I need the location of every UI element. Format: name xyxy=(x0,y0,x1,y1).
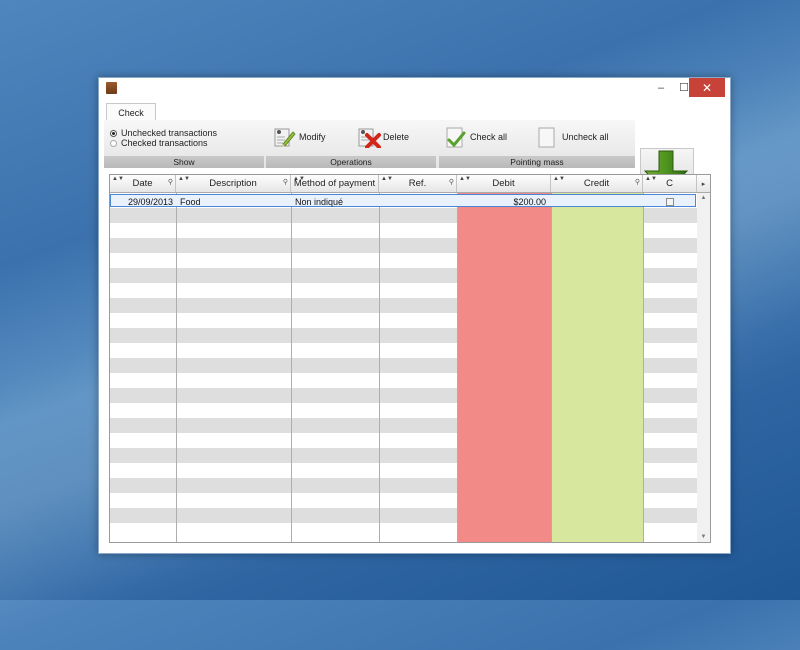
grid-header: ▲▼ Date ⚲ ▲▼ Description ⚲ ▲▼ Method of … xyxy=(110,175,710,193)
modify-label: Modify xyxy=(299,132,326,142)
cell-description: Food xyxy=(180,197,201,207)
cell-debit: $200.00 xyxy=(513,197,546,207)
column-header-date[interactable]: ▲▼ Date ⚲ xyxy=(110,175,176,192)
scroll-right-icon[interactable]: ▸ xyxy=(697,175,710,192)
sort-icon[interactable]: ▲▼ xyxy=(293,176,305,182)
check-all-icon xyxy=(445,126,467,148)
app-window: – ☐ ✕ Check Unchecked transactions Check… xyxy=(98,77,731,554)
radio-label: Checked transactions xyxy=(121,138,208,148)
modify-button[interactable]: Modify xyxy=(274,124,326,150)
column-divider xyxy=(176,193,177,542)
group-label-pointing-mass: Pointing mass xyxy=(439,156,635,168)
check-all-label: Check all xyxy=(470,132,508,142)
title-bar: – ☐ ✕ xyxy=(99,78,730,98)
radio-checked-transactions[interactable]: Checked transactions xyxy=(110,138,208,148)
cell-date: 29/09/2013 xyxy=(127,197,173,207)
uncheck-all-label: Uncheck all xyxy=(562,132,609,142)
sort-icon[interactable]: ▲▼ xyxy=(178,176,190,182)
column-label: Description xyxy=(209,178,257,189)
column-label: Method of payment xyxy=(293,178,376,189)
sort-icon[interactable]: ▲▼ xyxy=(459,176,471,182)
delete-x-icon xyxy=(358,126,381,149)
delete-label: Delete xyxy=(383,132,410,142)
column-header-ref[interactable]: ▲▼ Ref. ⚲ xyxy=(379,175,457,192)
grid-body: 29/09/2013 Food Non indiqué $200.00 xyxy=(110,193,697,542)
table-row[interactable]: 29/09/2013 Food Non indiqué $200.00 xyxy=(110,194,696,207)
column-divider xyxy=(379,193,380,542)
check-all-button[interactable]: Check all xyxy=(445,124,507,150)
group-label-show: Show xyxy=(104,156,264,168)
column-header-debit[interactable]: ▲▼ Debit xyxy=(457,175,551,192)
ribbon: Unchecked transactions Checked transacti… xyxy=(104,120,635,168)
modify-pencil-icon xyxy=(274,126,296,148)
column-label: Credit xyxy=(583,178,610,189)
pointing-mass-group: Check all Uncheck all Pointing mass xyxy=(439,120,635,168)
app-icon xyxy=(106,82,117,94)
radio-label: Unchecked transactions xyxy=(121,128,218,138)
radio-selected-icon xyxy=(110,129,117,137)
debit-column-fill xyxy=(457,193,551,542)
filter-icon[interactable]: ⚲ xyxy=(635,178,640,186)
radio-unchecked-transactions[interactable]: Unchecked transactions xyxy=(110,128,217,138)
cell-method: Non indiqué xyxy=(295,197,344,207)
uncheck-all-button[interactable]: Uncheck all xyxy=(537,124,609,150)
checked-checkbox[interactable] xyxy=(666,198,674,206)
operations-group: Modify Delete Operations xyxy=(266,120,436,168)
transactions-grid: ▲▼ Date ⚲ ▲▼ Description ⚲ ▲▼ Method of … xyxy=(109,174,711,543)
column-label: C xyxy=(666,178,673,189)
column-divider xyxy=(457,193,458,542)
column-divider xyxy=(551,193,552,542)
sort-icon[interactable]: ▲▼ xyxy=(645,176,657,182)
filter-icon[interactable]: ⚲ xyxy=(168,178,173,186)
column-header-method-of-payment[interactable]: ▲▼ Method of payment xyxy=(291,175,379,192)
column-header-credit[interactable]: ▲▼ Credit ⚲ xyxy=(551,175,643,192)
group-label-operations: Operations xyxy=(266,156,436,168)
column-header-description[interactable]: ▲▼ Description ⚲ xyxy=(176,175,291,192)
cell-ref xyxy=(383,196,453,209)
column-header-checked[interactable]: ▲▼ C xyxy=(643,175,697,192)
delete-button[interactable]: Delete xyxy=(358,124,409,150)
column-divider xyxy=(643,193,644,542)
show-group: Unchecked transactions Checked transacti… xyxy=(104,120,264,168)
scroll-up-icon[interactable]: ▲ xyxy=(697,193,710,203)
credit-column-fill xyxy=(551,193,643,542)
radio-unselected-icon xyxy=(110,139,117,147)
filter-icon[interactable]: ⚲ xyxy=(283,178,288,186)
cell-credit xyxy=(552,196,638,209)
vertical-scrollbar[interactable]: ▲ ▼ xyxy=(697,193,710,542)
sort-icon[interactable]: ▲▼ xyxy=(381,176,393,182)
column-label: Debit xyxy=(492,178,515,189)
uncheck-all-icon xyxy=(537,126,559,148)
column-divider xyxy=(291,193,292,542)
filter-icon[interactable]: ⚲ xyxy=(449,178,454,186)
close-button[interactable]: ✕ xyxy=(689,78,725,97)
sort-icon[interactable]: ▲▼ xyxy=(553,176,565,182)
scroll-down-icon[interactable]: ▼ xyxy=(697,532,710,542)
column-label: Date xyxy=(132,178,153,189)
minimize-button[interactable]: – xyxy=(649,78,673,97)
column-label: Ref. xyxy=(408,178,427,189)
sort-icon[interactable]: ▲▼ xyxy=(112,176,124,182)
